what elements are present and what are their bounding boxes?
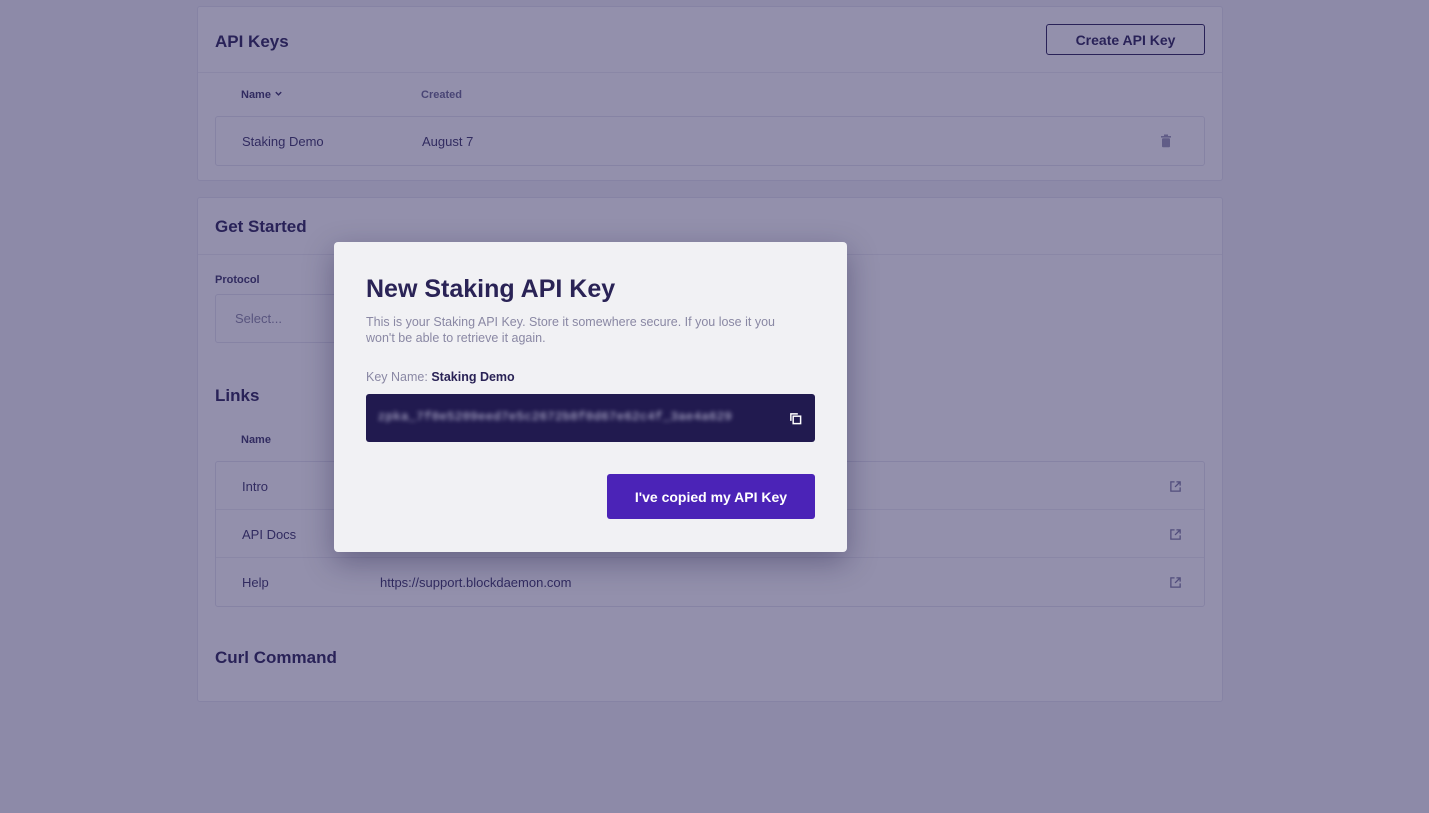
modal-description: This is your Staking API Key. Store it s… (366, 315, 775, 345)
copy-icon[interactable] (785, 408, 805, 428)
key-name-value: Staking Demo (431, 370, 515, 384)
api-key-value[interactable]: zpka_7f0e5209eed7e5c2672b8f0d67e62c4f_3a… (378, 410, 732, 424)
new-api-key-modal: New Staking API Key This is your Staking… (334, 242, 847, 552)
key-name-line: Key Name: Staking Demo (366, 370, 515, 384)
api-key-display: zpka_7f0e5209eed7e5c2672b8f0d67e62c4f_3a… (366, 394, 815, 442)
key-name-label: Key Name: (366, 370, 428, 384)
page: API Keys Create API Key Name Created Sta… (0, 0, 1429, 813)
modal-title: New Staking API Key (366, 275, 616, 303)
copied-api-key-button[interactable]: I've copied my API Key (607, 474, 815, 519)
